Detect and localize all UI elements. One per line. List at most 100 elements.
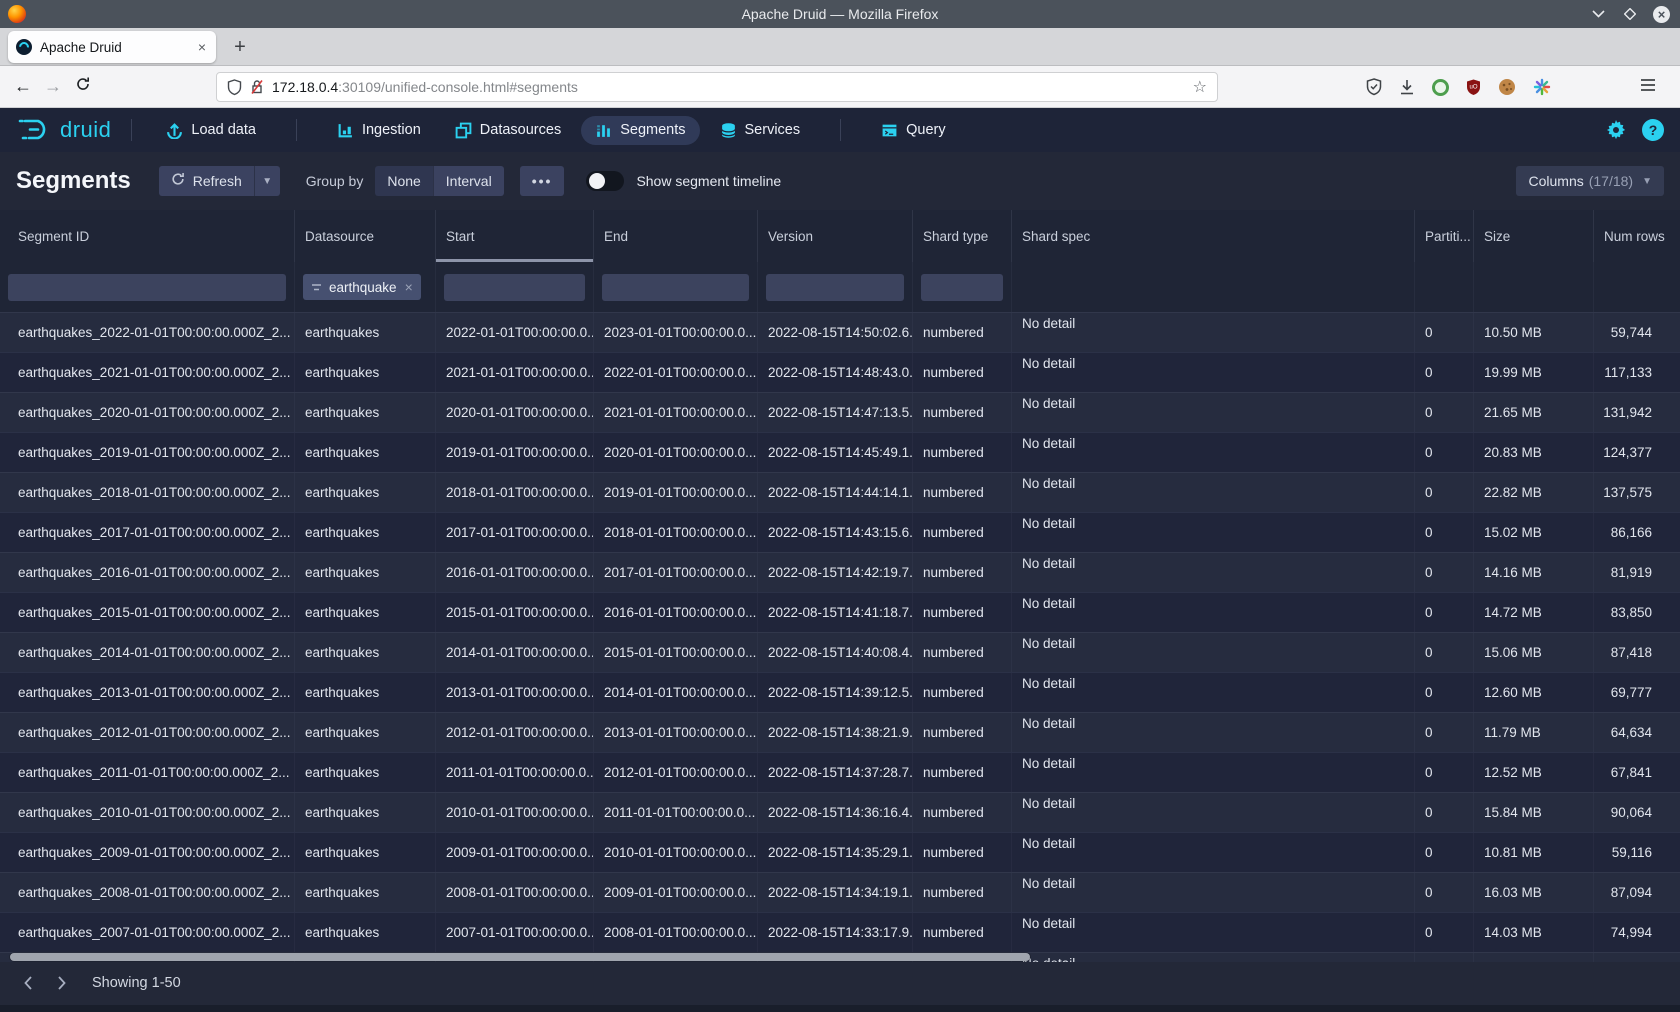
cell-partition: 0 [1415,673,1474,712]
cookie-icon[interactable] [1498,78,1516,96]
cell-num-rows: 87,418 [1594,633,1680,672]
datasource-filter-chip[interactable]: earthquake× [303,274,421,300]
filter-cell-datasource: earthquake× [295,262,436,312]
cell-end: 2013-01-01T00:00:00.0... [594,713,758,752]
column-header-version[interactable]: Version [758,210,913,262]
column-header-shard-spec[interactable]: Shard spec [1012,210,1415,262]
group-by-none-button[interactable]: None [375,166,432,196]
close-icon[interactable]: × [1653,6,1670,23]
ublock-icon[interactable]: uO [1466,79,1481,96]
cell-segment-id: earthquakes_2014-01-01T00:00:00.000Z_2..… [0,633,295,672]
cell-start: 2011-01-01T00:00:00.0... [436,753,594,792]
group-by-interval-button[interactable]: Interval [433,166,504,196]
forward-icon[interactable]: → [38,76,68,97]
back-icon[interactable]: ← [8,76,38,97]
nav-item-services[interactable]: Services [706,116,815,145]
settings-gear-icon[interactable] [1606,120,1626,140]
cell-segment-id: earthquakes_2008-01-01T00:00:00.000Z_2..… [0,873,295,912]
cell-segment-id: earthquakes_2009-01-01T00:00:00.000Z_2..… [0,833,295,872]
cell-shard-type: numbered [913,313,1012,352]
insecure-lock-icon[interactable] [250,79,264,95]
nav-item-segments[interactable]: Segments [581,116,699,145]
druid-favicon [16,39,32,55]
filter-input-shard-type[interactable] [921,274,1003,301]
refresh-button[interactable]: Refresh [159,166,254,196]
filter-input-version[interactable] [766,274,904,301]
cell-datasource: earthquakes [295,713,436,752]
cell-start: 2007-01-01T00:00:00.0... [436,913,594,952]
cell-partition: 0 [1415,793,1474,832]
cell-segment-id: earthquakes_2017-01-01T00:00:00.000Z_2..… [0,513,295,552]
url-bar[interactable]: 172.18.0.4:30109/unified-console.html#se… [216,72,1218,102]
browser-tab[interactable]: Apache Druid × [8,31,216,63]
filter-input-end[interactable] [602,274,749,301]
cell-partition: 0 [1415,873,1474,912]
column-header-end[interactable]: End [594,210,758,262]
next-page-button[interactable] [48,969,76,997]
column-header-segment-id[interactable]: Segment ID [0,210,295,262]
cell-segment-id: earthquakes_2012-01-01T00:00:00.000Z_2..… [0,713,295,752]
column-header-datasource[interactable]: Datasource [295,210,436,262]
chevron-down-icon: ▼ [1642,176,1652,187]
nav-item-query[interactable]: Query [867,116,960,145]
minimize-icon[interactable] [1589,5,1607,23]
columns-label: Columns [1528,173,1583,189]
column-header-size[interactable]: Size [1474,210,1594,262]
new-tab-button[interactable]: + [228,36,252,59]
cell-start: 2013-01-01T00:00:00.0... [436,673,594,712]
column-header-start[interactable]: Start [436,210,594,262]
cell-partition: 0 [1415,713,1474,752]
help-icon[interactable]: ? [1642,119,1664,141]
window-title: Apache Druid — Mozilla Firefox [0,6,1680,22]
cell-shard-spec: No detail [1012,873,1415,912]
table-row: earthquakes_2012-01-01T00:00:00.000Z_2..… [0,712,1680,752]
segment-timeline-toggle[interactable] [586,171,624,191]
tab-strip: Apache Druid × + [0,28,1680,66]
column-header-num-rows[interactable]: Num rows [1594,210,1680,262]
pinwheel-icon[interactable] [1533,78,1551,96]
tracking-shield-icon[interactable] [227,79,242,96]
cell-datasource: earthquakes [295,353,436,392]
filter-cell-partition [1415,262,1474,312]
table-filter-row: earthquake× [0,262,1680,312]
cell-datasource: earthquakes [295,793,436,832]
columns-button[interactable]: Columns (17/18) ▼ [1516,166,1664,196]
cell-datasource: earthquakes [295,633,436,672]
cell-segment-id: earthquakes_2021-01-01T00:00:00.000Z_2..… [0,353,295,392]
chip-close-icon[interactable]: × [405,279,413,295]
extension-green-icon[interactable] [1432,79,1449,96]
maximize-icon[interactable] [1621,5,1639,23]
cell-partition: 0 [1415,313,1474,352]
cell-segment-id: earthquakes_2020-01-01T00:00:00.000Z_2..… [0,393,295,432]
cell-num-rows: 67,841 [1594,753,1680,792]
druid-logo[interactable]: druid [18,117,111,143]
previous-page-button[interactable] [14,969,42,997]
nav-item-load-data[interactable]: Load data [152,116,270,145]
bookmark-star-icon[interactable]: ☆ [1193,77,1207,97]
cell-segment-id: earthquakes_2011-01-01T00:00:00.000Z_2..… [0,753,295,792]
column-header-shard-type[interactable]: Shard type [913,210,1012,262]
download-icon[interactable] [1399,79,1415,95]
nav-item-datasources[interactable]: Datasources [441,116,575,145]
nav-item-label: Services [745,122,801,138]
cell-version: 2022-08-15T14:44:14.1... [758,473,913,512]
table-row: earthquakes_2013-01-01T00:00:00.000Z_2..… [0,672,1680,712]
cell-datasource: earthquakes [295,393,436,432]
reload-icon[interactable] [68,76,98,97]
hamburger-menu-icon[interactable] [1640,78,1656,92]
column-header-partiti[interactable]: Partiti... [1415,210,1474,262]
filter-input-start[interactable] [444,274,585,301]
cell-version: 2022-08-15T14:39:12.5... [758,673,913,712]
horizontal-scrollbar[interactable] [10,953,1030,961]
cell-datasource: earthquakes [295,593,436,632]
filter-input-segment-id[interactable] [8,274,286,301]
cell-segment-id: earthquakes_2022-01-01T00:00:00.000Z_2..… [0,313,295,352]
cell-size: 21.65 MB [1474,393,1594,432]
refresh-dropdown-button[interactable]: ▼ [254,166,280,196]
cell-num-rows: 131,942 [1594,393,1680,432]
cell-num-rows: 137,575 [1594,473,1680,512]
tab-close-icon[interactable]: × [196,39,208,55]
more-options-button[interactable]: ••• [520,166,565,196]
pocket-shield-icon[interactable] [1366,78,1382,96]
nav-item-ingestion[interactable]: Ingestion [323,116,435,145]
